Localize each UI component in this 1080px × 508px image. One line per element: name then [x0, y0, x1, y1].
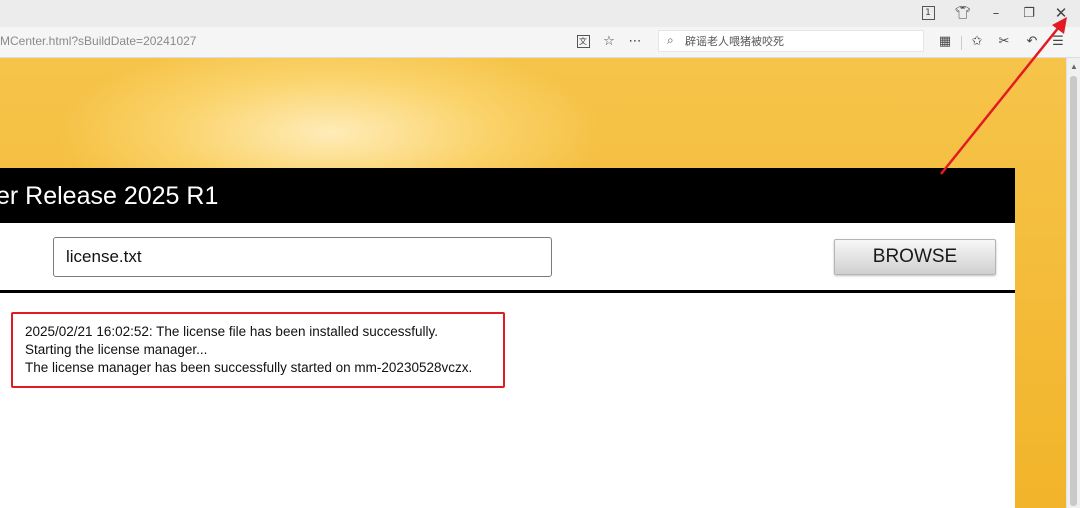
scroll-thumb[interactable] — [1070, 76, 1077, 506]
apps-grid-icon[interactable]: ▦ — [935, 32, 955, 50]
page-title: er Release 2025 R1 — [0, 182, 219, 210]
browser-toolbar: MCenter.html?sBuildDate=20241027 文 ☆ ⋯ ⌕… — [0, 27, 1080, 58]
address-text[interactable]: MCenter.html?sBuildDate=20241027 — [0, 34, 196, 48]
close-icon[interactable]: ✕ — [1050, 4, 1072, 22]
tab-count-badge[interactable]: 1 — [917, 4, 939, 22]
status-log: 2025/02/21 16:02:52: The license file ha… — [11, 312, 505, 388]
page-content: er Release 2025 R1 BROWSE 2025/02/21 16:… — [0, 58, 1066, 508]
toolbar-divider — [961, 36, 962, 50]
license-file-field[interactable] — [53, 237, 552, 277]
menu-icon[interactable]: ☰ — [1048, 32, 1068, 50]
search-input[interactable] — [685, 33, 915, 49]
log-line: 2025/02/21 16:02:52: The license file ha… — [25, 324, 439, 339]
log-line: The license manager has been successfull… — [25, 360, 473, 375]
undo-icon[interactable]: ↶ — [1022, 32, 1042, 50]
more-icon[interactable]: ⋯ — [625, 32, 645, 50]
scroll-up-icon[interactable]: ▲ — [1070, 62, 1078, 71]
browser-title-bar: 1 👕︎ – ❐ ✕ — [0, 0, 1080, 27]
log-line: Starting the license manager... — [25, 342, 208, 357]
search-icon: ⌕ — [667, 33, 674, 47]
browse-button[interactable]: BROWSE — [834, 239, 996, 275]
tab-count-label: 1 — [921, 6, 935, 20]
star-icon[interactable]: ☆ — [599, 32, 619, 50]
section-divider — [0, 290, 1015, 293]
search-box[interactable]: ⌕ — [658, 30, 924, 52]
restore-icon[interactable]: ❐ — [1018, 4, 1040, 22]
scissors-icon[interactable]: ✂ — [994, 32, 1014, 50]
license-panel: er Release 2025 R1 BROWSE 2025/02/21 16:… — [0, 168, 1015, 508]
shirt-icon[interactable]: 👕︎ — [952, 4, 974, 22]
translate-icon[interactable]: 文 — [573, 32, 593, 50]
address-bar[interactable]: MCenter.html?sBuildDate=20241027 — [0, 30, 652, 52]
vertical-scrollbar[interactable]: ▲ — [1066, 58, 1080, 508]
minimize-icon[interactable]: – — [985, 4, 1007, 22]
panel-header: er Release 2025 R1 — [0, 168, 1015, 223]
favorites-icon[interactable]: ✩ — [967, 32, 987, 50]
